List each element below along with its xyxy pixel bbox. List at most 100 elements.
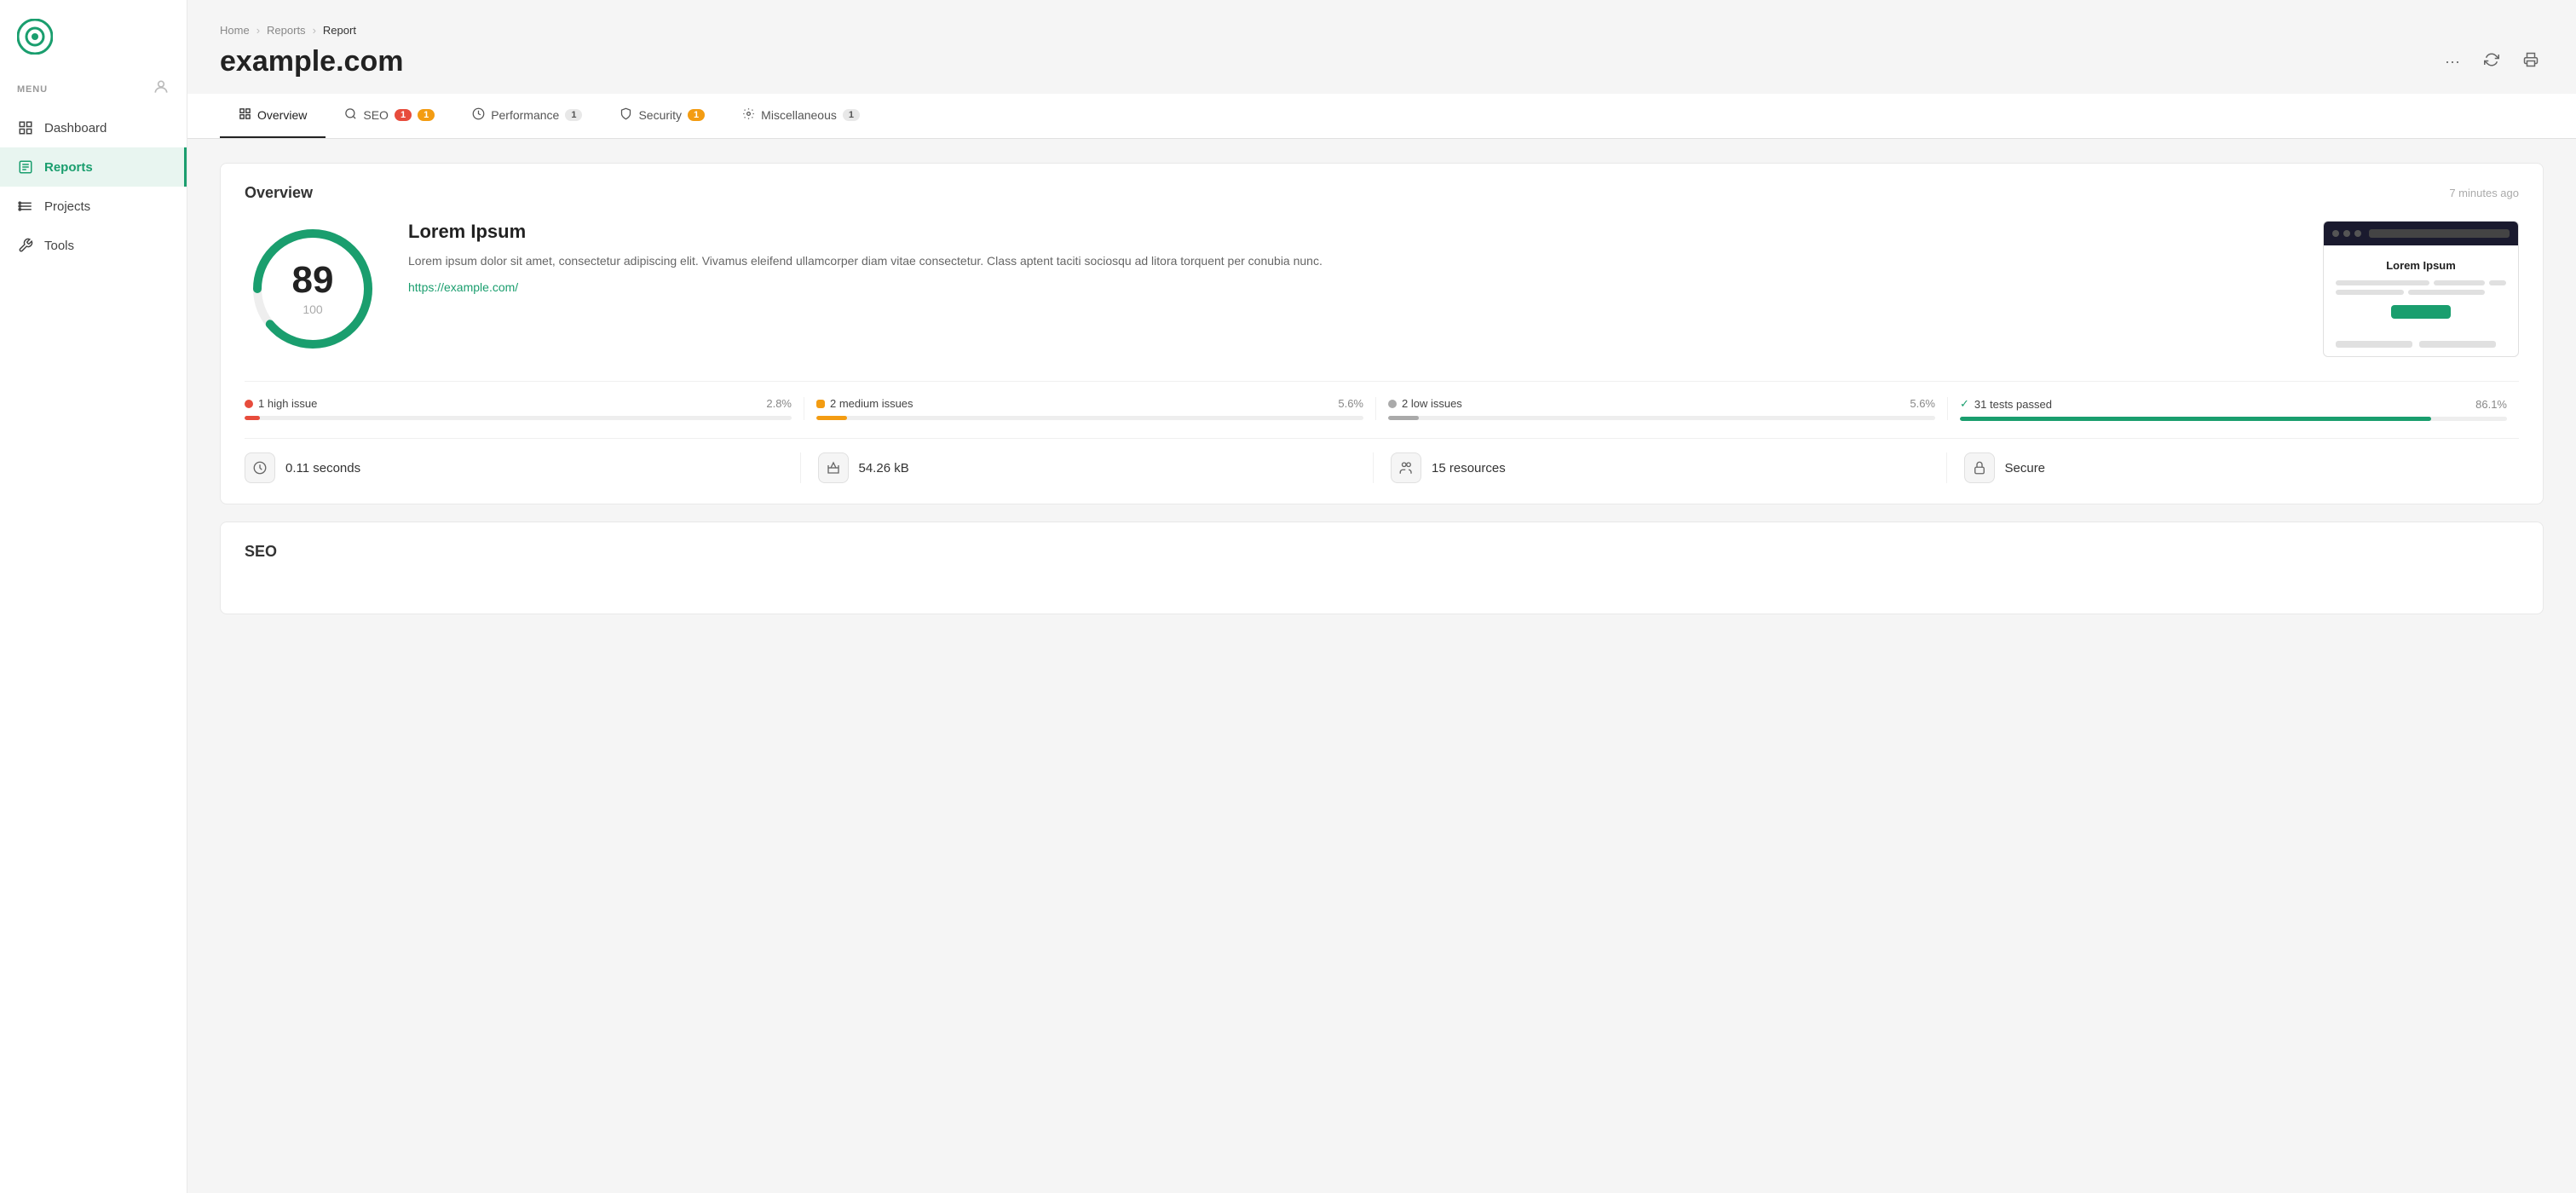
tab-overview[interactable]: Overview bbox=[220, 94, 326, 138]
sidebar-item-projects[interactable]: Projects bbox=[0, 187, 187, 226]
overview-body: 89 100 Lorem Ipsum Lorem ipsum dolor sit… bbox=[245, 221, 2519, 357]
sidebar-dashboard-label: Dashboard bbox=[44, 121, 107, 135]
issue-low-text: 2 low issues bbox=[1402, 397, 1462, 410]
sidebar-item-tools[interactable]: Tools bbox=[0, 226, 187, 265]
refresh-button[interactable] bbox=[2479, 49, 2504, 75]
issue-medium-header: 2 medium issues 5.6% bbox=[816, 397, 1363, 410]
issue-passed-fill bbox=[1960, 417, 2431, 421]
low-dot-icon bbox=[1388, 400, 1397, 408]
size-icon bbox=[818, 452, 849, 483]
page-title-row: example.com ··· bbox=[220, 45, 2544, 78]
preview-line-group-2 bbox=[2336, 290, 2506, 295]
main-content: Home › Reports › Report example.com ··· bbox=[187, 0, 2576, 1193]
breadcrumb-sep-2: › bbox=[313, 24, 316, 37]
issue-high-pct: 2.8% bbox=[766, 397, 792, 410]
metric-size-value: 54.26 kB bbox=[859, 461, 909, 475]
issue-low-header: 2 low issues 5.6% bbox=[1388, 397, 1935, 410]
issues-row: 1 high issue 2.8% 2 medium issues bbox=[245, 381, 2519, 421]
seo-badge-1: 1 bbox=[395, 109, 412, 121]
metric-speed: 0.11 seconds bbox=[245, 452, 801, 483]
sidebar-tools-label: Tools bbox=[44, 239, 74, 253]
overview-card: Overview 7 minutes ago 89 bbox=[220, 163, 2544, 504]
issue-passed-header: ✓ 31 tests passed 86.1% bbox=[1960, 397, 2507, 411]
preview-footer bbox=[2324, 332, 2518, 356]
preview-line-2 bbox=[2434, 280, 2485, 285]
dashboard-icon bbox=[17, 119, 34, 136]
tab-performance[interactable]: Performance 1 bbox=[453, 94, 601, 138]
overview-card-title: Overview bbox=[245, 184, 313, 202]
tab-seo-label: SEO bbox=[363, 108, 389, 122]
security-badge: 1 bbox=[688, 109, 705, 121]
logo-area bbox=[0, 0, 187, 73]
metric-secure-value: Secure bbox=[2005, 461, 2046, 475]
projects-icon bbox=[17, 198, 34, 215]
print-button[interactable] bbox=[2518, 49, 2544, 75]
site-info: Lorem Ipsum Lorem ipsum dolor sit amet, … bbox=[408, 221, 2296, 296]
metric-secure: Secure bbox=[1947, 452, 2520, 483]
issue-low-pct: 5.6% bbox=[1910, 397, 1935, 410]
preview-line-5 bbox=[2408, 290, 2485, 295]
issue-high-fill bbox=[245, 416, 260, 420]
preview-text-lines bbox=[2336, 280, 2506, 295]
app-logo bbox=[17, 19, 53, 55]
preview-dot-3 bbox=[2354, 230, 2361, 237]
breadcrumb-reports[interactable]: Reports bbox=[267, 24, 306, 37]
user-icon[interactable] bbox=[153, 78, 170, 100]
sidebar-nav: Dashboard Reports bbox=[0, 108, 187, 265]
tab-security-label: Security bbox=[638, 108, 682, 122]
security-icon bbox=[620, 107, 632, 123]
issue-low-fill bbox=[1388, 416, 1419, 420]
secure-icon bbox=[1964, 452, 1995, 483]
issue-high-bar bbox=[245, 416, 792, 420]
metric-size: 54.26 kB bbox=[801, 452, 1374, 483]
preview-footer-block-2 bbox=[2419, 341, 2496, 348]
header-actions: ··· bbox=[2440, 49, 2544, 75]
site-url[interactable]: https://example.com/ bbox=[408, 280, 518, 294]
score-denom: 100 bbox=[292, 303, 334, 316]
tab-seo[interactable]: SEO 1 1 bbox=[326, 94, 453, 138]
metric-resources-value: 15 resources bbox=[1432, 461, 1506, 475]
tab-security[interactable]: Security 1 bbox=[601, 94, 723, 138]
score-circle: 89 100 bbox=[245, 221, 381, 357]
issue-passed: ✓ 31 tests passed 86.1% bbox=[1948, 397, 2519, 421]
tools-icon bbox=[17, 237, 34, 254]
issue-high-label: 1 high issue bbox=[245, 397, 317, 410]
sidebar-reports-label: Reports bbox=[44, 160, 93, 175]
issue-high: 1 high issue 2.8% bbox=[245, 397, 804, 420]
issue-low: 2 low issues 5.6% bbox=[1376, 397, 1948, 420]
preview-line-group-1 bbox=[2336, 280, 2506, 285]
resources-icon bbox=[1391, 452, 1421, 483]
breadcrumb-home[interactable]: Home bbox=[220, 24, 250, 37]
issue-low-bar bbox=[1388, 416, 1935, 420]
issue-medium-label: 2 medium issues bbox=[816, 397, 913, 410]
preview-line-1 bbox=[2336, 280, 2429, 285]
menu-label: MENU bbox=[0, 73, 187, 108]
issue-medium-pct: 5.6% bbox=[1338, 397, 1363, 410]
issue-high-header: 1 high issue 2.8% bbox=[245, 397, 792, 410]
preview-line-4 bbox=[2336, 290, 2404, 295]
overview-card-time: 7 minutes ago bbox=[2449, 187, 2519, 199]
speed-icon bbox=[245, 452, 275, 483]
score-number: 89 bbox=[292, 262, 334, 299]
performance-icon bbox=[472, 107, 485, 123]
issue-passed-pct: 86.1% bbox=[2475, 398, 2507, 411]
preview-line-3 bbox=[2489, 280, 2506, 285]
preview-cta-button bbox=[2391, 305, 2451, 319]
high-dot-icon bbox=[245, 400, 253, 408]
page-header: Home › Reports › Report example.com ··· bbox=[187, 0, 2576, 78]
preview-browser-bar bbox=[2324, 222, 2518, 245]
overview-icon bbox=[239, 107, 251, 123]
issue-medium: 2 medium issues 5.6% bbox=[804, 397, 1376, 420]
issue-low-label: 2 low issues bbox=[1388, 397, 1462, 410]
preview-dot-1 bbox=[2332, 230, 2339, 237]
sidebar-item-dashboard[interactable]: Dashboard bbox=[0, 108, 187, 147]
issue-high-text: 1 high issue bbox=[258, 397, 317, 410]
seo-card-header: SEO bbox=[245, 543, 2519, 561]
issue-medium-text: 2 medium issues bbox=[830, 397, 913, 410]
more-options-button[interactable]: ··· bbox=[2440, 49, 2465, 74]
preview-url-bar bbox=[2369, 229, 2510, 238]
metric-resources: 15 resources bbox=[1374, 452, 1947, 483]
site-name: Lorem Ipsum bbox=[408, 221, 2296, 243]
tab-miscellaneous[interactable]: Miscellaneous 1 bbox=[723, 94, 879, 138]
sidebar-item-reports[interactable]: Reports bbox=[0, 147, 187, 187]
